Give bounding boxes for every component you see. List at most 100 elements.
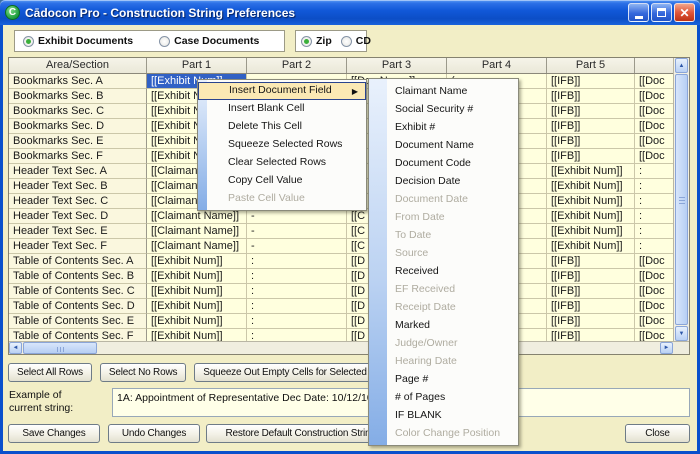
- row-header-cell[interactable]: Bookmarks Sec. F: [9, 149, 147, 164]
- row-header-cell[interactable]: Table of Contents Sec. F: [9, 329, 147, 341]
- grid-cell[interactable]: [[IFB]]: [547, 119, 635, 134]
- grid-cell[interactable]: [[Exhibit Num]]: [147, 269, 247, 284]
- minimize-button[interactable]: [628, 3, 649, 22]
- column-header-part-5[interactable]: Part 5: [547, 58, 635, 73]
- radio-zip[interactable]: Zip: [301, 35, 332, 47]
- grid-cell[interactable]: [[IFB]]: [547, 284, 635, 299]
- row-header-cell[interactable]: Table of Contents Sec. E: [9, 314, 147, 329]
- grid-cell[interactable]: [[Exhibit Num]]: [147, 299, 247, 314]
- radio-case-documents[interactable]: Case Documents: [159, 35, 259, 47]
- row-header-cell[interactable]: Header Text Sec. D: [9, 209, 147, 224]
- row-header-cell[interactable]: Bookmarks Sec. C: [9, 104, 147, 119]
- grid-cell[interactable]: :: [635, 239, 673, 254]
- column-header-part-1[interactable]: Part 1: [147, 58, 247, 73]
- grid-cell[interactable]: :: [635, 164, 673, 179]
- radio-cd[interactable]: CD: [341, 35, 371, 47]
- menu-item-document-name[interactable]: Document Name: [369, 137, 518, 155]
- grid-cell[interactable]: [[IFB]]: [547, 269, 635, 284]
- grid-cell[interactable]: :: [247, 269, 347, 284]
- row-header-cell[interactable]: Header Text Sec. C: [9, 194, 147, 209]
- row-header-cell[interactable]: Table of Contents Sec. D: [9, 299, 147, 314]
- save-changes-button[interactable]: Save Changes: [8, 424, 100, 443]
- titlebar[interactable]: C Cādocon Pro - Construction String Pref…: [0, 0, 700, 25]
- menu-item-received[interactable]: Received: [369, 263, 518, 281]
- row-header-cell[interactable]: Header Text Sec. B: [9, 179, 147, 194]
- grid-cell[interactable]: [[Doc: [635, 104, 673, 119]
- menu-item-if-blank[interactable]: IF BLANK: [369, 407, 518, 425]
- grid-cell[interactable]: [[IFB]]: [547, 254, 635, 269]
- grid-cell[interactable]: :: [247, 314, 347, 329]
- grid-cell[interactable]: [[IFB]]: [547, 89, 635, 104]
- menu-item-copy-cell-value[interactable]: Copy Cell Value: [198, 172, 366, 190]
- close-window-button[interactable]: ✕: [674, 3, 695, 22]
- grid-cell[interactable]: [[Exhibit Num]]: [547, 209, 635, 224]
- horizontal-scrollbar[interactable]: ◄ ►: [9, 341, 673, 354]
- column-header-area-section[interactable]: Area/Section: [9, 58, 147, 73]
- grid-cell[interactable]: [[IFB]]: [547, 329, 635, 341]
- menu-item-squeeze-selected-rows[interactable]: Squeeze Selected Rows: [198, 136, 366, 154]
- grid-cell[interactable]: [[Doc: [635, 329, 673, 341]
- menu-item-decision-date[interactable]: Decision Date: [369, 173, 518, 191]
- grid-cell[interactable]: [[Doc: [635, 89, 673, 104]
- grid-cell[interactable]: [[Doc: [635, 269, 673, 284]
- grid-cell[interactable]: [[Exhibit Num]]: [547, 224, 635, 239]
- grid-cell[interactable]: [[IFB]]: [547, 149, 635, 164]
- row-header-cell[interactable]: Header Text Sec. E: [9, 224, 147, 239]
- menu-item-document-code[interactable]: Document Code: [369, 155, 518, 173]
- row-header-cell[interactable]: Header Text Sec. F: [9, 239, 147, 254]
- grid-cell[interactable]: :: [247, 299, 347, 314]
- grid-cell[interactable]: -: [247, 239, 347, 254]
- close-button[interactable]: Close: [625, 424, 690, 443]
- row-header-cell[interactable]: Table of Contents Sec. A: [9, 254, 147, 269]
- grid-cell[interactable]: [[Exhibit Num]]: [547, 164, 635, 179]
- menu-item-delete-this-cell[interactable]: Delete This Cell: [198, 118, 366, 136]
- column-header-extra[interactable]: [635, 58, 673, 73]
- grid-cell[interactable]: :: [247, 329, 347, 341]
- grid-cell[interactable]: [[Exhibit Num]]: [547, 179, 635, 194]
- grid-cell[interactable]: :: [635, 224, 673, 239]
- grid-cell[interactable]: [[IFB]]: [547, 104, 635, 119]
- grid-cell[interactable]: [[Exhibit Num]]: [547, 239, 635, 254]
- menu-item-marked[interactable]: Marked: [369, 317, 518, 335]
- maximize-button[interactable]: [651, 3, 672, 22]
- radio-exhibit-documents[interactable]: Exhibit Documents: [23, 35, 133, 47]
- grid-cell[interactable]: [[Exhibit Num]]: [147, 254, 247, 269]
- row-header-cell[interactable]: Bookmarks Sec. A: [9, 74, 147, 89]
- vertical-scrollbar[interactable]: ▲ ▼: [673, 58, 689, 341]
- menu-item-claimant-name[interactable]: Claimant Name: [369, 83, 518, 101]
- menu-item-clear-selected-rows[interactable]: Clear Selected Rows: [198, 154, 366, 172]
- horizontal-scroll-thumb[interactable]: [23, 342, 97, 354]
- grid-cell[interactable]: [[Doc: [635, 134, 673, 149]
- grid-cell[interactable]: [[Claimant Name]]: [147, 209, 247, 224]
- grid-cell[interactable]: [[Claimant Name]]: [147, 224, 247, 239]
- column-header-part-3[interactable]: Part 3: [347, 58, 447, 73]
- menu-item-insert-blank-cell[interactable]: Insert Blank Cell: [198, 100, 366, 118]
- grid-cell[interactable]: [[Exhibit Num]]: [147, 329, 247, 341]
- grid-cell[interactable]: [[Doc: [635, 149, 673, 164]
- menu-item-exhibit[interactable]: Exhibit #: [369, 119, 518, 137]
- scroll-up-icon[interactable]: ▲: [675, 58, 688, 73]
- row-header-cell[interactable]: Bookmarks Sec. E: [9, 134, 147, 149]
- grid-cell[interactable]: [[Doc: [635, 254, 673, 269]
- scroll-down-icon[interactable]: ▼: [675, 326, 688, 341]
- menu-item-insert-document-field[interactable]: Insert Document Field▶: [198, 82, 366, 100]
- grid-cell[interactable]: -: [247, 224, 347, 239]
- grid-cell[interactable]: :: [247, 254, 347, 269]
- row-header-cell[interactable]: Bookmarks Sec. D: [9, 119, 147, 134]
- menu-item-page[interactable]: Page #: [369, 371, 518, 389]
- grid-cell[interactable]: :: [247, 284, 347, 299]
- grid-cell[interactable]: :: [635, 179, 673, 194]
- vertical-scroll-thumb[interactable]: [675, 74, 688, 325]
- grid-cell[interactable]: [[IFB]]: [547, 299, 635, 314]
- grid-cell[interactable]: [[Exhibit Num]]: [147, 314, 247, 329]
- row-header-cell[interactable]: Table of Contents Sec. B: [9, 269, 147, 284]
- scroll-right-icon[interactable]: ►: [660, 342, 673, 354]
- menu-item-social-security[interactable]: Social Security #: [369, 101, 518, 119]
- grid-cell[interactable]: [[Exhibit Num]]: [547, 194, 635, 209]
- scroll-left-icon[interactable]: ◄: [9, 342, 22, 354]
- grid-cell[interactable]: [[IFB]]: [547, 134, 635, 149]
- grid-cell[interactable]: :: [635, 209, 673, 224]
- grid-cell[interactable]: [[Doc: [635, 74, 673, 89]
- grid-cell[interactable]: [[Doc: [635, 119, 673, 134]
- undo-changes-button[interactable]: Undo Changes: [108, 424, 200, 443]
